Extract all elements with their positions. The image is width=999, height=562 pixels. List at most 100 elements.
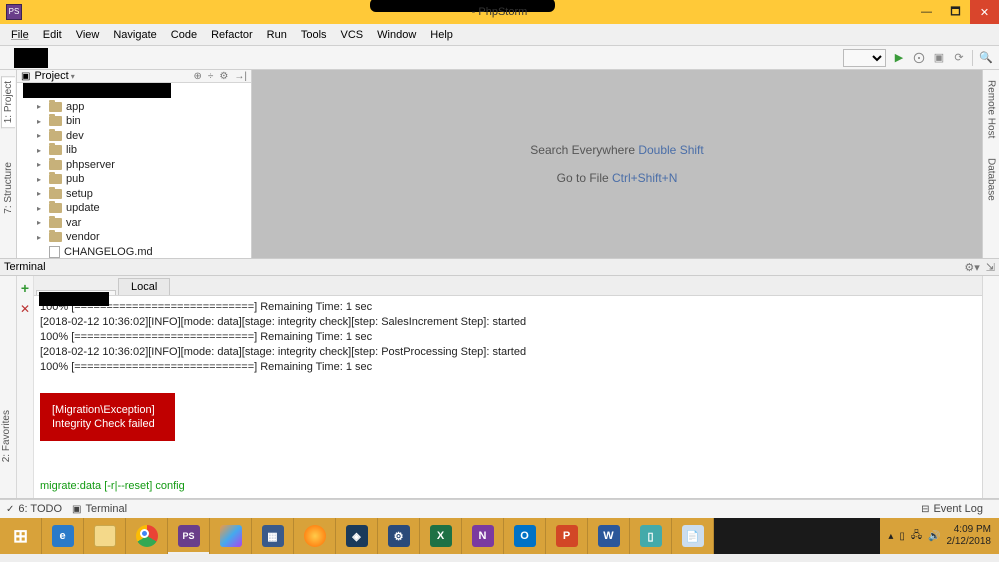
folder-icon bbox=[49, 102, 62, 112]
expand-arrow-icon[interactable]: ▸ bbox=[37, 189, 45, 198]
maximize-button[interactable]: 🗖 bbox=[941, 0, 970, 24]
stop-icon[interactable]: ▣ bbox=[932, 51, 946, 65]
terminal-command-hint: migrate:data [-r|--reset] config bbox=[40, 480, 185, 492]
left-tool-gutter-bottom: 2: Favorites bbox=[0, 276, 17, 498]
tab-project[interactable]: 1: Project bbox=[1, 76, 15, 128]
tab-database[interactable]: Database bbox=[985, 154, 998, 205]
taskbar-word-icon[interactable]: W bbox=[588, 518, 630, 554]
title-bar: PS - PhpStorm — 🗖 ✕ bbox=[0, 0, 999, 24]
tree-item-setup[interactable]: ▸setup bbox=[17, 187, 251, 202]
taskbar-app-icon[interactable] bbox=[210, 518, 252, 554]
status-terminal[interactable]: ▣Terminal bbox=[72, 503, 127, 515]
close-button[interactable]: ✕ bbox=[970, 0, 999, 24]
tray-network-icon[interactable]: 🖧 bbox=[911, 528, 922, 545]
taskbar-firefox-icon[interactable] bbox=[294, 518, 336, 554]
status-event-log[interactable]: ⊟Event Log bbox=[921, 503, 983, 515]
folder-icon bbox=[49, 174, 62, 184]
hide-icon[interactable]: →| bbox=[234, 71, 247, 82]
menu-navigate[interactable]: Navigate bbox=[106, 27, 163, 43]
tray-volume-icon[interactable]: 🔊 bbox=[928, 531, 940, 542]
expand-arrow-icon[interactable]: ▸ bbox=[37, 102, 45, 111]
taskbar-phpstorm-icon[interactable]: PS bbox=[168, 518, 210, 554]
status-todo[interactable]: ✓6: TODO bbox=[6, 503, 62, 515]
tree-item-app[interactable]: ▸app bbox=[17, 100, 251, 115]
taskbar-virtualbox-icon[interactable]: ◈ bbox=[336, 518, 378, 554]
right-tool-gutter: Remote Host Database bbox=[982, 70, 999, 258]
tree-item-bin[interactable]: ▸bin bbox=[17, 114, 251, 129]
tray-flag-icon[interactable]: ▯ bbox=[899, 531, 905, 542]
file-icon bbox=[49, 246, 60, 258]
expand-arrow-icon[interactable]: ▸ bbox=[37, 131, 45, 140]
terminal-settings-icon[interactable]: ⚙▾ bbox=[964, 261, 979, 274]
tree-item-vendor[interactable]: ▸ vendor bbox=[17, 230, 251, 245]
menu-refactor[interactable]: Refactor bbox=[204, 27, 260, 43]
tree-item-CHANGELOG-md[interactable]: CHANGELOG.md bbox=[17, 245, 251, 259]
expand-arrow-icon[interactable]: ▸ bbox=[37, 146, 45, 155]
system-tray[interactable]: ▴ ▯ 🖧 🔊 4:09 PM 2/12/2018 bbox=[880, 518, 999, 554]
expand-arrow-icon[interactable]: ▸ bbox=[37, 218, 45, 227]
project-tree[interactable]: ▾ ▸app▸bin▸dev▸lib▸phpserver▸pub▸setup▸u… bbox=[17, 83, 251, 258]
menu-edit[interactable]: Edit bbox=[36, 27, 69, 43]
collapse-icon[interactable]: ÷ bbox=[208, 71, 214, 82]
terminal-side-actions: + ✕ bbox=[17, 276, 34, 498]
tray-clock[interactable]: 4:09 PM 2/12/2018 bbox=[947, 524, 992, 548]
settings-icon[interactable]: ⚙ bbox=[219, 71, 228, 82]
folder-icon bbox=[49, 232, 62, 242]
folder-icon bbox=[49, 131, 62, 141]
menu-run[interactable]: Run bbox=[260, 27, 294, 43]
search-icon[interactable]: 🔍 bbox=[979, 51, 993, 65]
terminal-output[interactable]: 100% [============================] Rema… bbox=[34, 296, 982, 498]
tree-item-lib[interactable]: ▸lib bbox=[17, 143, 251, 158]
scroll-from-icon[interactable]: ⊕ bbox=[194, 71, 202, 82]
tree-item-update[interactable]: ▸update bbox=[17, 201, 251, 216]
tree-item-pub[interactable]: ▸pub bbox=[17, 172, 251, 187]
menu-tools[interactable]: Tools bbox=[294, 27, 334, 43]
update-icon[interactable]: ⟳ bbox=[952, 51, 966, 65]
expand-arrow-icon[interactable]: ▸ bbox=[37, 117, 45, 126]
tab-structure[interactable]: 7: Structure bbox=[2, 158, 15, 218]
menu-window[interactable]: Window bbox=[370, 27, 423, 43]
terminal-add-icon[interactable]: + bbox=[21, 280, 29, 296]
taskbar-chrome-icon[interactable] bbox=[126, 518, 168, 554]
expand-arrow-icon[interactable]: ▸ bbox=[37, 160, 45, 169]
terminal-tab-local[interactable]: Local bbox=[118, 278, 170, 295]
tree-item-dev[interactable]: ▸dev bbox=[17, 129, 251, 144]
taskbar-powerpoint-icon[interactable]: P bbox=[546, 518, 588, 554]
taskbar-outlook-icon[interactable]: O bbox=[504, 518, 546, 554]
tree-item-var[interactable]: ▸var bbox=[17, 216, 251, 231]
taskbar-notepad-icon[interactable]: 📄 bbox=[672, 518, 714, 554]
taskbar-app-icon[interactable]: ⚙ bbox=[378, 518, 420, 554]
debug-icon[interactable]: ⨀ bbox=[912, 51, 926, 65]
start-button[interactable]: ⊞ bbox=[0, 518, 42, 554]
taskbar-app-icon[interactable]: ▯ bbox=[630, 518, 672, 554]
terminal-close-icon[interactable]: ✕ bbox=[20, 302, 30, 316]
taskbar-explorer-icon[interactable] bbox=[84, 518, 126, 554]
expand-arrow-icon[interactable]: ▸ bbox=[37, 204, 45, 213]
taskbar-app-icon[interactable]: ▦ bbox=[252, 518, 294, 554]
menu-code[interactable]: Code bbox=[164, 27, 204, 43]
toolbar: ▶ ⨀ ▣ ⟳ 🔍 bbox=[0, 46, 999, 70]
menu-view[interactable]: View bbox=[69, 27, 107, 43]
run-icon[interactable]: ▶ bbox=[892, 51, 906, 65]
menu-file[interactable]: File bbox=[4, 27, 36, 43]
expand-arrow-icon[interactable]: ▸ bbox=[37, 233, 45, 242]
terminal-hide-icon[interactable]: ⇲ bbox=[986, 261, 995, 274]
tray-up-icon[interactable]: ▴ bbox=[888, 531, 893, 542]
terminal-tab-hidden[interactable] bbox=[36, 290, 116, 295]
terminal-line: 100% [============================] Rema… bbox=[40, 331, 372, 343]
tab-remote-host[interactable]: Remote Host bbox=[985, 76, 998, 142]
menu-vcs[interactable]: VCS bbox=[334, 27, 371, 43]
folder-icon bbox=[49, 189, 62, 199]
expand-arrow-icon[interactable]: ▸ bbox=[37, 175, 45, 184]
tab-favorites[interactable]: 2: Favorites bbox=[0, 406, 13, 466]
taskbar-ie-icon[interactable]: e bbox=[42, 518, 84, 554]
folder-icon bbox=[49, 116, 62, 126]
tree-item-label: phpserver bbox=[66, 159, 115, 171]
menu-help[interactable]: Help bbox=[423, 27, 460, 43]
taskbar-onenote-icon[interactable]: N bbox=[462, 518, 504, 554]
run-config-select[interactable] bbox=[843, 49, 886, 67]
minimize-button[interactable]: — bbox=[912, 0, 941, 24]
tree-item-label: vendor bbox=[66, 231, 100, 243]
tree-item-phpserver[interactable]: ▸ phpserver bbox=[17, 158, 251, 173]
taskbar-excel-icon[interactable]: X bbox=[420, 518, 462, 554]
